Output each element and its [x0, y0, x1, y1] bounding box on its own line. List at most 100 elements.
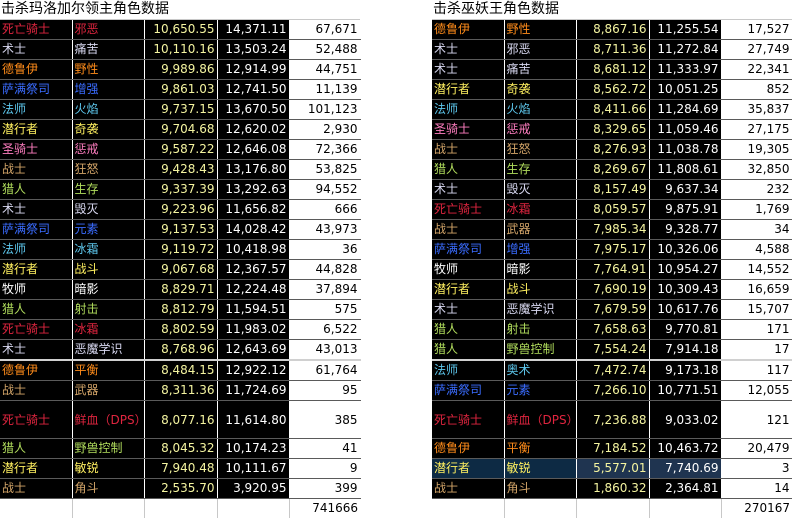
max-dps-cell: 11,038.78 [649, 139, 722, 160]
count-cell: 53,825 [289, 159, 361, 180]
max-dps-cell: 13,176.80 [217, 159, 290, 180]
dps-cell: 8,276.93 [576, 139, 650, 160]
grid-line [576, 499, 577, 518]
class-cell: 牧师 [432, 259, 505, 280]
count-cell: 2,930 [289, 119, 361, 140]
spec-cell: 鲜血（DPS） [72, 400, 145, 439]
max-dps-cell: 11,272.84 [649, 39, 722, 60]
table-row: 德鲁伊 野性 9,989.86 12,914.99 44,751 [0, 59, 361, 80]
count-cell: 12,055 [721, 380, 792, 401]
max-dps-cell: 12,643.69 [217, 339, 290, 361]
table-row: 战士 狂怒 9,428.43 13,176.80 53,825 [0, 159, 361, 180]
count-cell: 3 [721, 458, 792, 479]
max-dps-cell: 11,656.82 [217, 199, 290, 220]
max-dps-cell: 12,367.57 [217, 259, 290, 280]
spec-cell: 生存 [504, 159, 577, 180]
class-cell: 潜行者 [0, 119, 73, 140]
dps-cell: 7,679.59 [576, 299, 650, 320]
spec-cell: 狂怒 [504, 139, 577, 160]
dps-cell: 1,860.32 [576, 478, 650, 499]
right-total: 270167 [744, 501, 790, 515]
dps-cell: 8,077.16 [144, 400, 218, 439]
table-row: 猎人 射击 7,658.63 9,770.81 171 [432, 319, 792, 340]
max-dps-cell: 9,637.34 [649, 179, 722, 200]
class-cell: 术士 [432, 299, 505, 320]
dps-cell: 5,577.01 [576, 458, 650, 479]
class-cell: 猎人 [432, 159, 505, 180]
table-row: 死亡骑士 冰霜 8,802.59 11,983.02 6,522 [0, 319, 361, 340]
class-cell: 潜行者 [432, 79, 505, 100]
class-cell: 术士 [0, 39, 73, 60]
class-cell: 牧师 [0, 279, 73, 300]
count-cell: 232 [721, 179, 792, 200]
table-row: 猎人 生存 8,269.67 11,808.61 32,850 [432, 159, 792, 180]
table-row: 德鲁伊 平衡 8,484.15 12,922.12 61,764 [0, 359, 361, 381]
dps-cell: 7,184.52 [576, 438, 650, 459]
dps-cell: 8,045.32 [144, 438, 218, 459]
max-dps-cell: 10,309.43 [649, 279, 722, 300]
count-cell: 852 [721, 79, 792, 100]
table-row: 术士 邪恶 8,711.36 11,272.84 27,749 [432, 39, 792, 60]
class-cell: 德鲁伊 [432, 438, 505, 459]
max-dps-cell: 3,920.95 [217, 478, 290, 499]
count-cell: 666 [289, 199, 361, 220]
count-cell: 34 [721, 219, 792, 240]
dps-cell: 9,137.53 [144, 219, 218, 240]
table-row: 术士 痛苦 8,681.12 11,333.97 22,341 [432, 59, 792, 80]
count-cell: 37,894 [289, 279, 361, 300]
max-dps-cell: 10,326.06 [649, 239, 722, 260]
grid-line [144, 499, 145, 518]
count-cell: 41 [289, 438, 361, 459]
dps-cell: 8,681.12 [576, 59, 650, 80]
class-cell: 死亡骑士 [0, 319, 73, 340]
dps-cell: 8,411.66 [576, 99, 650, 120]
dps-cell: 9,119.72 [144, 239, 218, 260]
spec-cell: 冰霜 [72, 239, 145, 260]
class-cell: 法师 [0, 239, 73, 260]
class-cell: 战士 [0, 159, 73, 180]
dps-cell: 9,989.86 [144, 59, 218, 80]
count-cell: 11,139 [289, 79, 361, 100]
spec-cell: 奥术 [504, 359, 577, 381]
table-row: 死亡骑士 鲜血（DPS） 8,077.16 11,614.80 385 [0, 400, 361, 439]
spec-cell: 冰霜 [72, 319, 145, 340]
class-cell: 战士 [0, 380, 73, 401]
dps-cell: 7,940.48 [144, 458, 218, 479]
max-dps-cell: 12,224.48 [217, 279, 290, 300]
spec-cell: 鲜血（DPS） [504, 400, 577, 439]
table-row: 萨满祭司 增强 7,975.17 10,326.06 4,588 [432, 239, 792, 260]
count-cell: 22,341 [721, 59, 792, 80]
max-dps-cell: 12,741.50 [217, 79, 290, 100]
spec-cell: 射击 [72, 299, 145, 320]
max-dps-cell: 10,617.76 [649, 299, 722, 320]
count-cell: 17 [721, 339, 792, 361]
class-cell: 德鲁伊 [0, 59, 73, 80]
max-dps-cell: 11,333.97 [649, 59, 722, 80]
class-cell: 死亡骑士 [432, 400, 505, 439]
table-row: 潜行者 奇袭 8,562.72 10,051.25 852 [432, 79, 792, 100]
max-dps-cell: 9,173.18 [649, 359, 722, 381]
spec-cell: 暗影 [504, 259, 577, 280]
count-cell: 36 [289, 239, 361, 260]
table-row: 术士 痛苦 10,110.16 13,503.24 52,488 [0, 39, 361, 60]
table-row: 萨满祭司 增强 9,861.03 12,741.50 11,139 [0, 79, 361, 100]
dps-cell: 8,059.57 [576, 199, 650, 220]
table-row: 术士 恶魔学识 7,679.59 10,617.76 15,707 [432, 299, 792, 320]
table-row: 德鲁伊 野性 8,867.16 11,255.54 17,527 [432, 20, 792, 40]
count-cell: 14 [721, 478, 792, 499]
spec-cell: 武器 [72, 380, 145, 401]
spec-cell: 野性 [504, 20, 577, 40]
max-dps-cell: 11,255.54 [649, 20, 722, 40]
dps-cell: 7,472.74 [576, 359, 650, 381]
dps-cell: 8,829.71 [144, 279, 218, 300]
dps-cell: 9,737.15 [144, 99, 218, 120]
spec-cell: 奇袭 [72, 119, 145, 140]
class-cell: 法师 [432, 359, 505, 381]
max-dps-cell: 11,808.61 [649, 159, 722, 180]
table-row: 潜行者 奇袭 9,704.68 12,620.02 2,930 [0, 119, 361, 140]
max-dps-cell: 12,620.02 [217, 119, 290, 140]
spec-cell: 痛苦 [504, 59, 577, 80]
spec-cell: 奇袭 [504, 79, 577, 100]
count-cell: 52,488 [289, 39, 361, 60]
right-panel: 击杀巫妖王角色数据 德鲁伊 野性 8,867.16 11,255.54 17,527 术士… [432, 0, 792, 518]
